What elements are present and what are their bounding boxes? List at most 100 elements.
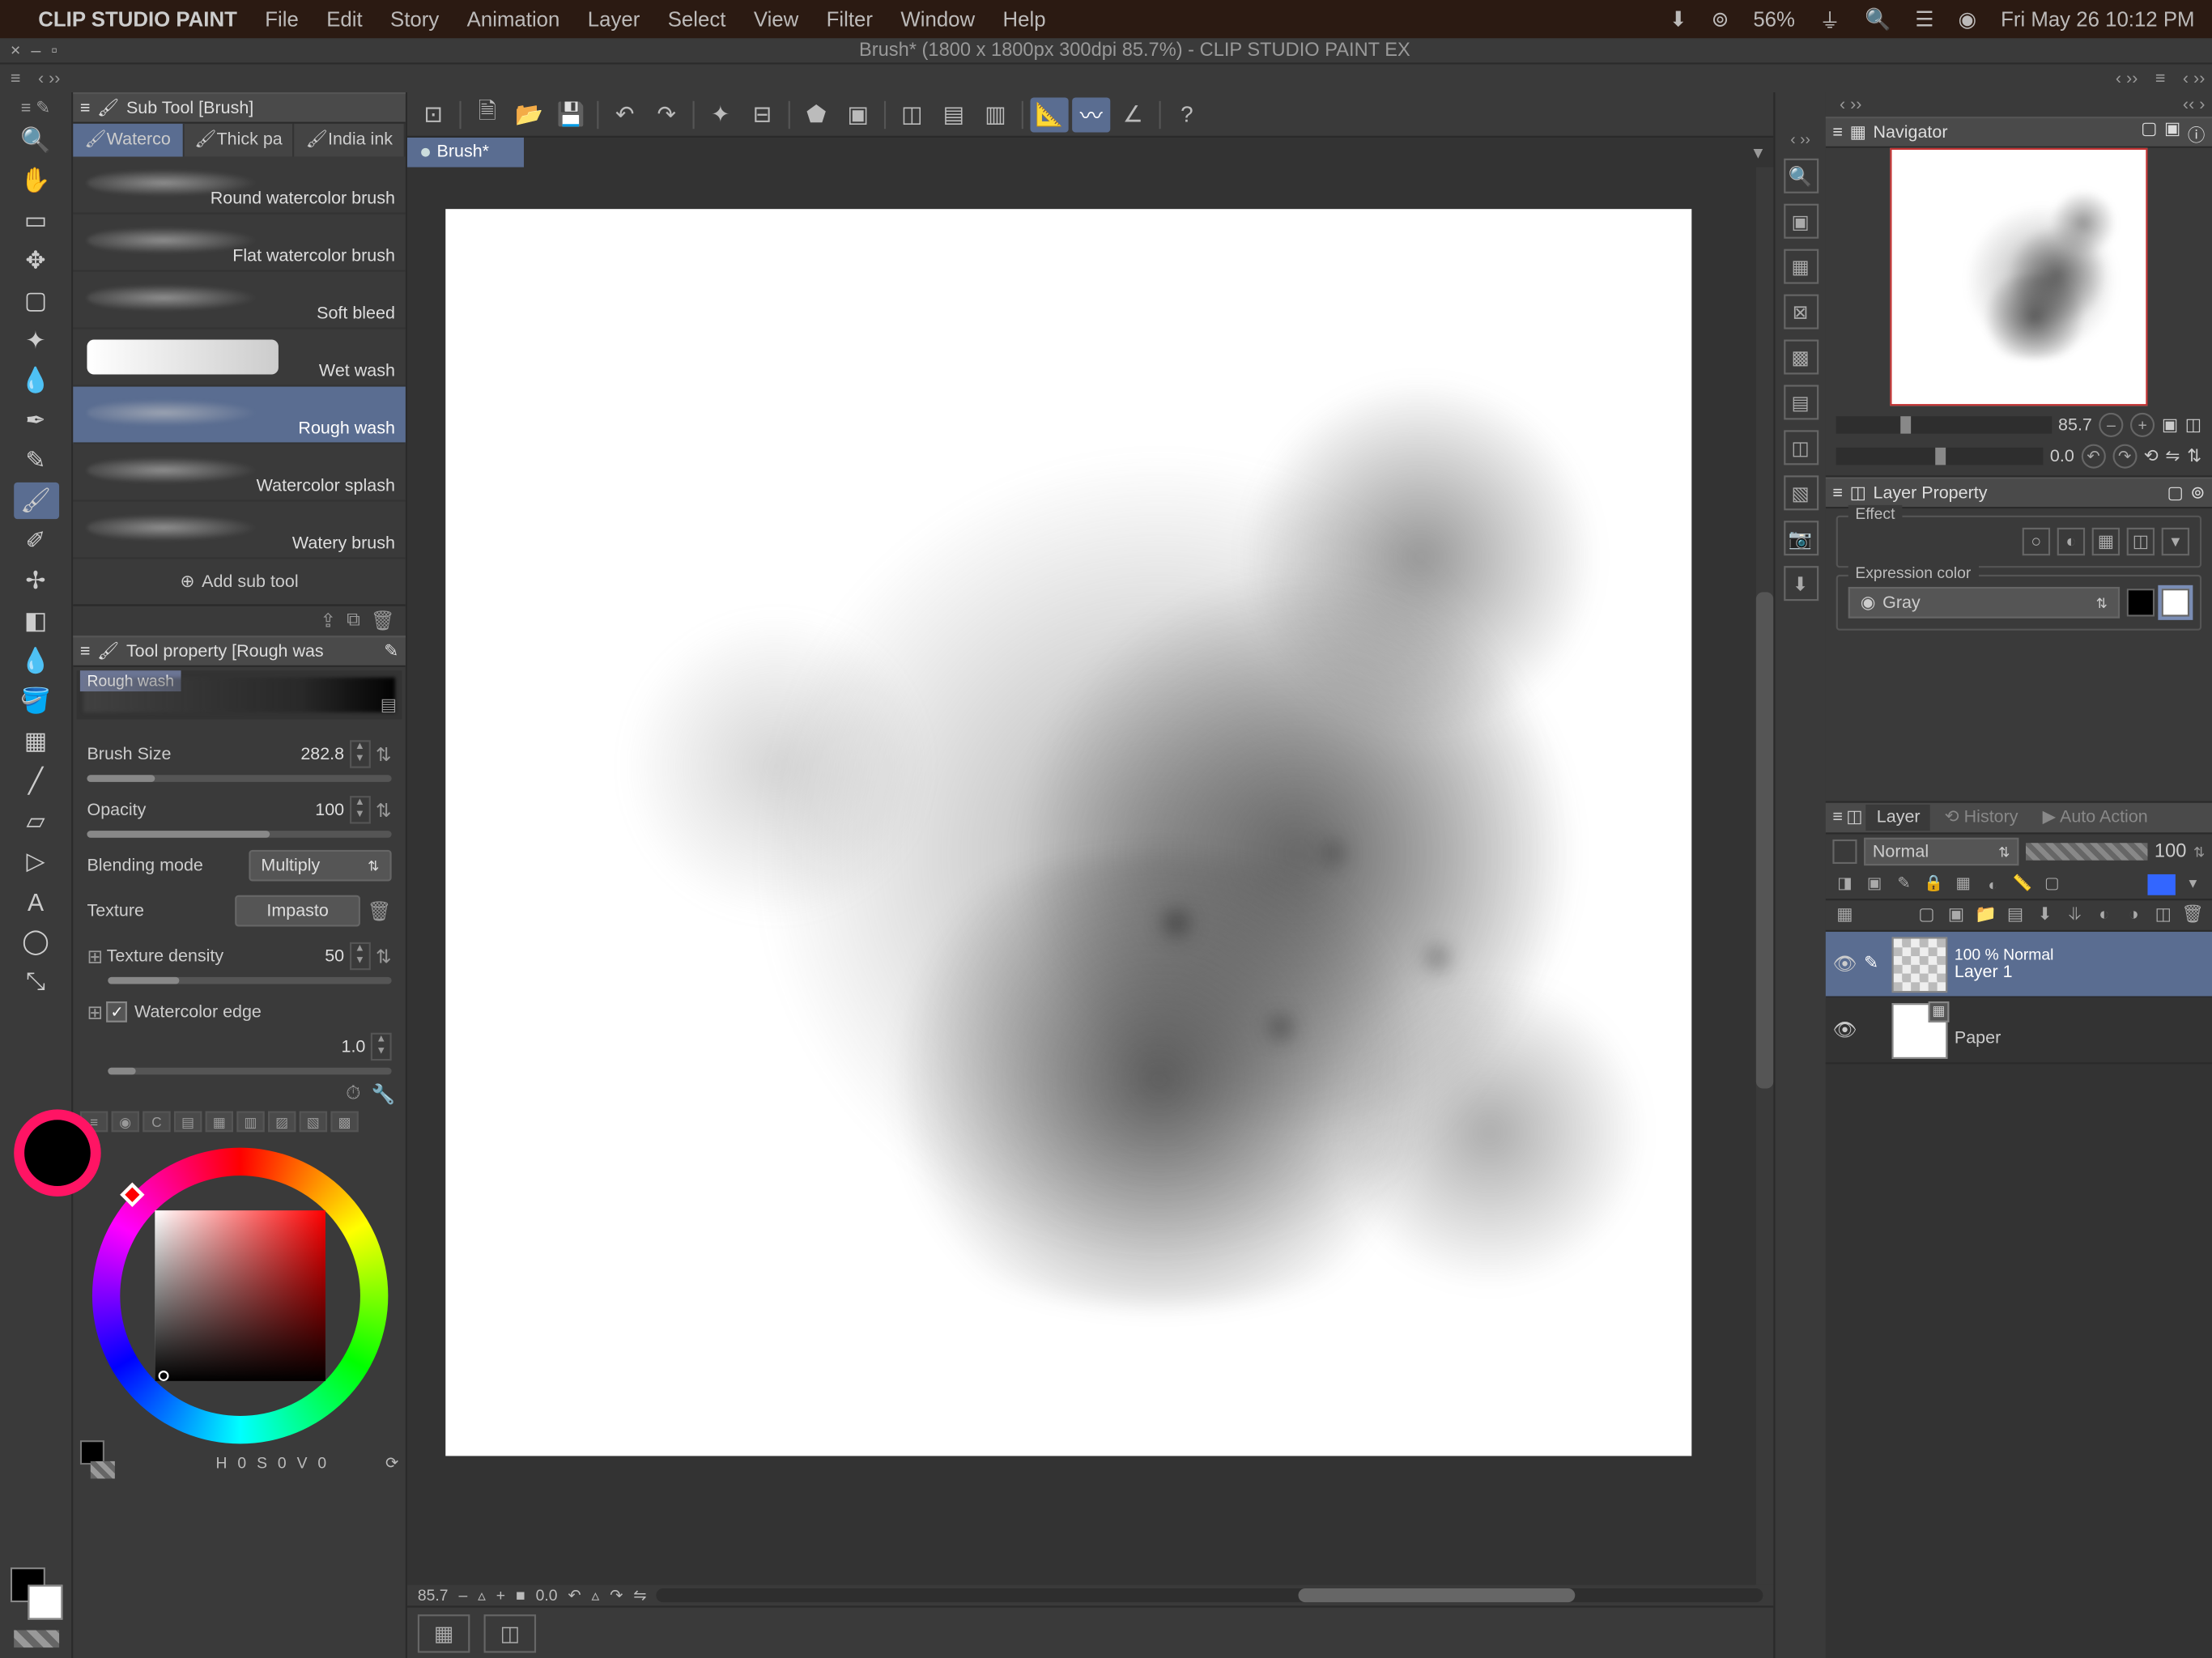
- subtool-tab-india[interactable]: 🖌India ink: [295, 124, 406, 157]
- navigator-preview[interactable]: [1826, 148, 2212, 406]
- apply-mask[interactable]: ◑: [2121, 906, 2146, 925]
- scrollbar-vertical[interactable]: [1756, 168, 1773, 1585]
- nav-zoom-out[interactable]: –: [2099, 413, 2123, 437]
- layer-thumbnail[interactable]: ▦: [1891, 1002, 1947, 1058]
- texdensity-value[interactable]: 50: [325, 946, 344, 966]
- expression-select[interactable]: ◉ Gray⇅: [1848, 587, 2120, 619]
- brush-size-value[interactable]: 282.8: [300, 745, 344, 764]
- cmd-save[interactable]: 💾: [551, 96, 589, 131]
- color-swatch[interactable]: [10, 1567, 62, 1620]
- siri-icon[interactable]: ◉: [1958, 7, 1976, 32]
- menu-animation[interactable]: Animation: [467, 7, 560, 32]
- palette-color[interactable]: [2147, 874, 2175, 895]
- zoom-100[interactable]: ■: [516, 1587, 525, 1605]
- frame-tool-2[interactable]: ◫: [484, 1613, 536, 1652]
- quick-tone[interactable]: ▩: [1783, 339, 1818, 374]
- cmd-help[interactable]: ?: [1168, 96, 1206, 131]
- brush-item[interactable]: Soft bleed: [73, 272, 406, 329]
- color-trans-swatch[interactable]: [91, 1461, 115, 1479]
- tool-airbrush[interactable]: ✐: [13, 522, 58, 559]
- quick-subview[interactable]: ▣: [1783, 204, 1818, 239]
- delete-layer[interactable]: 🗑: [2180, 906, 2205, 925]
- brush-size-slider[interactable]: [87, 775, 391, 782]
- color-tab[interactable]: ▧: [300, 1112, 327, 1133]
- color-tab[interactable]: ◉: [112, 1112, 139, 1133]
- tool-brush[interactable]: 🖌: [13, 483, 58, 519]
- expand-icon[interactable]: ⊞: [87, 945, 103, 967]
- nav-zoom-value[interactable]: 85.7: [2058, 415, 2092, 435]
- tool-fill[interactable]: 🪣: [13, 682, 58, 719]
- menu-view[interactable]: View: [754, 7, 798, 32]
- navigator-header[interactable]: ≡ ▦ Navigator ▢▣ⓘ: [1826, 117, 2212, 148]
- cmd-snap-ruler[interactable]: 📐: [1030, 96, 1068, 131]
- cmd-transform[interactable]: ▣: [839, 96, 877, 131]
- expr-white[interactable]: [2162, 589, 2189, 616]
- quick-pattern[interactable]: ⊠: [1783, 295, 1818, 329]
- tool-decoration[interactable]: ✢: [13, 563, 58, 599]
- transparent-swatch[interactable]: [13, 1630, 58, 1648]
- nav-rot-right[interactable]: ↷: [2112, 444, 2137, 469]
- nav-tab1[interactable]: ▢: [2141, 119, 2157, 145]
- tool-correct[interactable]: ⤡: [13, 963, 58, 1000]
- rotate-slider[interactable]: [1836, 448, 2044, 466]
- lp-tab1[interactable]: ▢: [2167, 483, 2183, 503]
- window-minimize[interactable]: –: [31, 41, 40, 61]
- quick-material[interactable]: ▦: [1783, 249, 1818, 284]
- effect-border[interactable]: ○: [2023, 528, 2050, 555]
- subtool-panel-header[interactable]: ≡ 🖌 Sub Tool [Brush]: [73, 92, 406, 124]
- nav-fit[interactable]: ▣: [2162, 415, 2178, 435]
- new-correction[interactable]: ◫: [2151, 906, 2176, 925]
- color-square[interactable]: [154, 1210, 325, 1381]
- zoom-in[interactable]: +: [496, 1587, 505, 1605]
- rotate-left[interactable]: ↶: [568, 1586, 581, 1605]
- edit-icon[interactable]: ✎: [1864, 954, 1885, 974]
- stopwatch-icon[interactable]: ⏱: [346, 1082, 360, 1105]
- battery-icon[interactable]: 56%: [1753, 7, 1795, 32]
- tool-magnify[interactable]: 🔍: [13, 122, 58, 159]
- tool-blend[interactable]: 💧: [13, 643, 58, 679]
- wedge-value[interactable]: 1.0: [342, 1037, 366, 1056]
- quick-gradient[interactable]: ◫: [1783, 430, 1818, 465]
- layer-opacity-value[interactable]: 100: [2155, 841, 2186, 862]
- tab-layer[interactable]: Layer: [1866, 805, 1931, 831]
- cmd-ruler[interactable]: ▤: [934, 96, 972, 131]
- tool-operation[interactable]: ▭: [13, 202, 58, 239]
- tool-layermove[interactable]: ✥: [13, 242, 58, 278]
- tool-wand[interactable]: ✦: [13, 322, 58, 359]
- zoom-slider[interactable]: [1836, 416, 2052, 434]
- brush-size-link[interactable]: ⇅: [376, 743, 392, 766]
- texdensity-link[interactable]: ⇅: [376, 945, 392, 967]
- color-dd[interactable]: ▾: [2180, 874, 2205, 894]
- effect-extract[interactable]: ▦: [2092, 528, 2120, 555]
- layer-row[interactable]: 👁 ✎ 100 % NormalLayer 1: [1826, 932, 2212, 998]
- mid-chev-l[interactable]: ‹ ››: [2108, 69, 2145, 88]
- effect-tone[interactable]: ◐: [2057, 528, 2085, 555]
- expand-icon[interactable]: ⊞: [87, 1001, 103, 1023]
- clock[interactable]: Fri May 26 10:12 PM: [2001, 7, 2194, 32]
- nav-zoom-in[interactable]: +: [2130, 413, 2155, 437]
- layer-name[interactable]: Layer 1: [1955, 963, 2054, 983]
- clip-icon[interactable]: ◨: [1832, 874, 1857, 894]
- opacity-spinner[interactable]: ⇅: [2193, 844, 2205, 859]
- sync-icon[interactable]: ⊚: [1712, 7, 1729, 32]
- cmd-clip[interactable]: ⊡: [415, 96, 453, 131]
- brush-item[interactable]: Watercolor splash: [73, 444, 406, 502]
- toolprop-header[interactable]: ≡ 🖌 Tool property [Rough was ✎: [73, 636, 406, 667]
- draft-icon[interactable]: ✎: [1891, 874, 1916, 894]
- angle-readout[interactable]: 0.0: [536, 1587, 558, 1605]
- nav-tab3[interactable]: ⓘ: [2188, 119, 2205, 145]
- scrollbar-horizontal[interactable]: [657, 1588, 1763, 1602]
- texdensity-spinner[interactable]: ▲▼: [350, 942, 371, 970]
- tool-frame[interactable]: ▱: [13, 803, 58, 840]
- tool-balloon[interactable]: ◯: [13, 923, 58, 959]
- add-subtool[interactable]: ⊕Add sub tool: [73, 559, 406, 605]
- tool-gradient[interactable]: ▦: [13, 723, 58, 759]
- cmd-redo[interactable]: ↷: [648, 96, 686, 131]
- zoom-out[interactable]: –: [458, 1587, 467, 1605]
- ruler-icon[interactable]: 📏: [2010, 874, 2035, 894]
- new-folder[interactable]: 📁: [1974, 906, 1998, 925]
- brush-item[interactable]: Watery brush: [73, 502, 406, 559]
- blend-mode-select[interactable]: Normal⇅: [1864, 838, 2018, 865]
- tool-marquee[interactable]: ▢: [13, 283, 58, 319]
- spotlight-icon[interactable]: 🔍: [1865, 7, 1891, 32]
